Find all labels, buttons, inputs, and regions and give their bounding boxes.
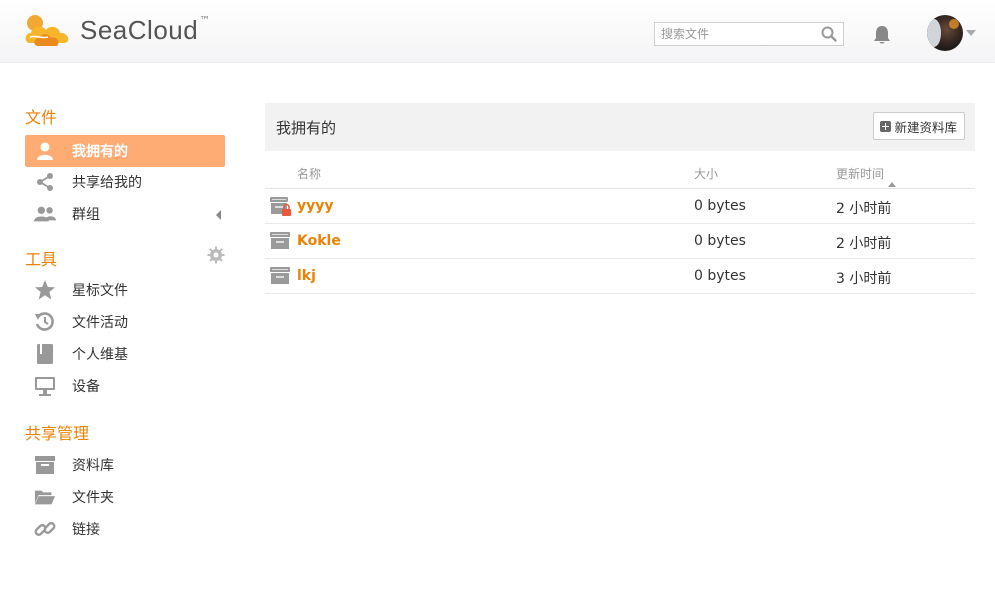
sidebar-section-tools: 工具 [25, 250, 58, 269]
search-icon[interactable] [821, 26, 837, 46]
star-icon [34, 279, 56, 301]
folder-open-icon [34, 486, 56, 508]
archive-icon [34, 454, 56, 476]
column-header-updated[interactable]: 更新时间 [836, 165, 897, 187]
sidebar-item-shared-with-me[interactable]: 共享给我的 [25, 166, 225, 198]
new-library-label: 新建资料库 [894, 119, 957, 135]
library-updated-time: 3 小时前 [836, 271, 892, 287]
table-row[interactable]: lkj 0 bytes 3 小时前 [265, 259, 975, 294]
sidebar-item-label: 群组 [72, 207, 100, 223]
sidebar-item-starred[interactable]: 星标文件 [25, 274, 225, 306]
column-header-size[interactable]: 大小 [694, 165, 718, 182]
sidebar-section-files: 文件 [25, 108, 58, 127]
encrypted-library-icon [270, 197, 292, 221]
book-icon [34, 343, 56, 365]
history-icon [34, 311, 56, 333]
search-box [654, 22, 844, 46]
column-header-updated-label: 更新时间 [836, 167, 885, 181]
plus-square-icon [880, 120, 892, 132]
gear-icon[interactable] [207, 246, 225, 268]
sidebar-item-label: 个人维基 [72, 347, 128, 363]
sidebar-item-label: 文件活动 [72, 315, 128, 331]
sidebar-item-groups[interactable]: 群组 [25, 198, 225, 230]
sidebar-item-devices[interactable]: 设备 [25, 370, 225, 402]
table-header: 名称 大小 更新时间 [265, 156, 975, 189]
sidebar-item-activity[interactable]: 文件活动 [25, 306, 225, 338]
sidebar-item-links[interactable]: 链接 [25, 513, 225, 545]
user-menu[interactable] [927, 15, 976, 51]
table-row[interactable]: yyyy 0 bytes 2 小时前 [265, 189, 975, 224]
sidebar-section-share-admin: 共享管理 [25, 424, 90, 443]
logo-trademark: ™ [199, 13, 211, 27]
library-name-link[interactable]: yyyy [297, 198, 334, 214]
sidebar-item-folders[interactable]: 文件夹 [25, 481, 225, 513]
sidebar-item-label: 星标文件 [72, 283, 128, 299]
sidebar-item-libraries[interactable]: 资料库 [25, 449, 225, 481]
cloud-logo-icon [25, 15, 69, 46]
expand-arrow-icon[interactable] [216, 210, 221, 220]
search-input[interactable] [655, 23, 821, 45]
share-icon [34, 171, 56, 193]
link-icon [34, 518, 56, 540]
monitor-icon [34, 375, 56, 397]
logo[interactable]: SeaCloud ™ [24, 12, 210, 50]
library-size: 0 bytes [694, 198, 746, 214]
library-icon [270, 232, 292, 256]
library-icon [270, 267, 292, 291]
main-header-bar: 我拥有的 新建资料库 [265, 103, 975, 151]
library-updated-time: 2 小时前 [836, 236, 892, 252]
sidebar-item-label: 文件夹 [72, 490, 114, 506]
sidebar-item-label: 资料库 [72, 458, 114, 474]
sidebar-item-label: 我拥有的 [72, 144, 128, 160]
sidebar-item-wiki[interactable]: 个人维基 [25, 338, 225, 370]
notification-bell-icon[interactable] [872, 24, 892, 50]
library-name-link[interactable]: lkj [297, 268, 316, 284]
sidebar-item-label: 设备 [72, 379, 100, 395]
sort-ascending-icon [888, 182, 897, 187]
library-size: 0 bytes [694, 268, 746, 284]
caret-down-icon[interactable] [966, 30, 976, 36]
logo-text: SeaCloud [80, 14, 199, 45]
user-icon [34, 140, 56, 162]
sidebar-item-label: 链接 [72, 522, 100, 538]
avatar[interactable] [927, 15, 963, 51]
table-row[interactable]: Kokle 0 bytes 2 小时前 [265, 224, 975, 259]
library-updated-time: 2 小时前 [836, 201, 892, 217]
sidebar-item-label: 共享给我的 [72, 175, 142, 191]
top-header: SeaCloud ™ [0, 0, 995, 63]
page-title: 我拥有的 [276, 119, 337, 137]
new-library-button[interactable]: 新建资料库 [873, 112, 965, 140]
sidebar-item-my-libraries[interactable]: 我拥有的 [25, 135, 225, 167]
library-size: 0 bytes [694, 233, 746, 249]
library-name-link[interactable]: Kokle [297, 233, 341, 249]
group-icon [34, 203, 56, 225]
column-header-name[interactable]: 名称 [297, 165, 321, 182]
